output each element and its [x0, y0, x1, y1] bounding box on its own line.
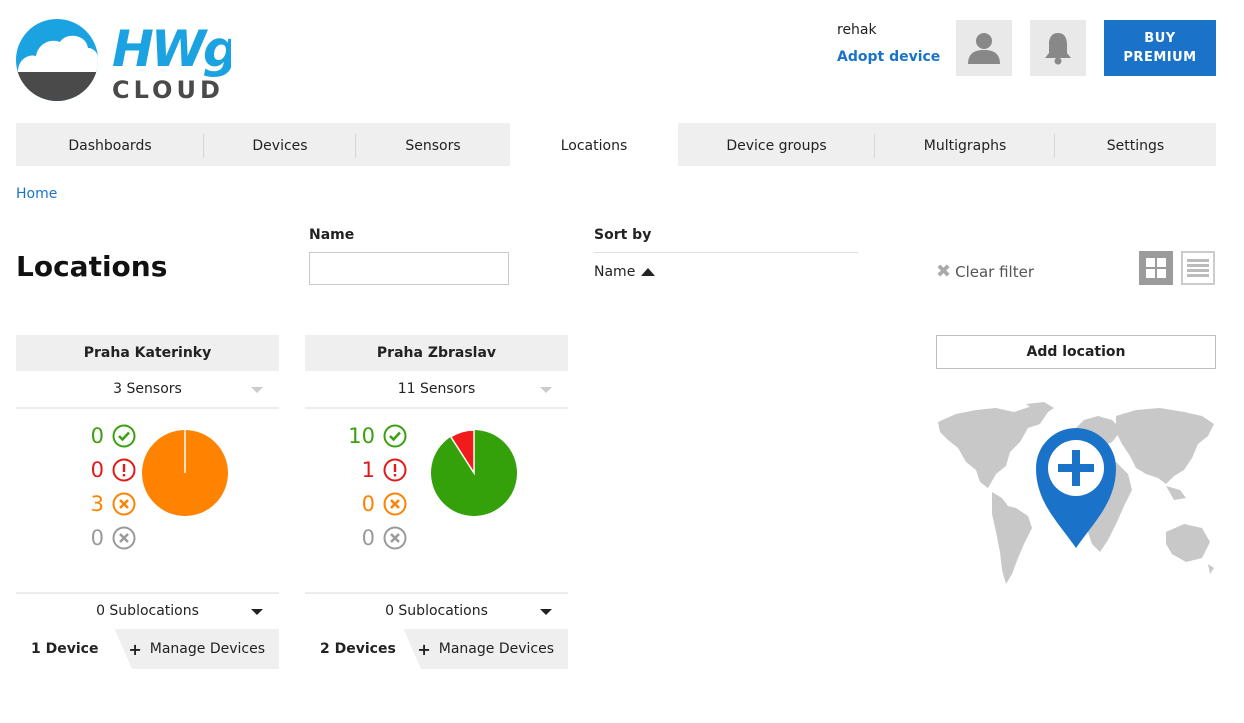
plus-icon: +: [417, 639, 431, 659]
location-card-title[interactable]: Praha Katerinky: [16, 335, 279, 371]
x-circle-orange-icon: [112, 492, 136, 516]
sort-by-value: Name: [594, 264, 636, 280]
world-map-add-location[interactable]: [936, 402, 1216, 586]
username: rehak: [837, 22, 877, 38]
tab-device-groups[interactable]: Device groups: [678, 123, 875, 166]
main-nav: Dashboards Devices Sensors Locations Dev…: [16, 123, 1216, 166]
plus-icon: +: [128, 639, 142, 659]
clear-filter-label: Clear filter: [955, 263, 1034, 281]
page-title: Locations: [16, 250, 168, 283]
sort-divider: [594, 252, 858, 253]
alarm-count: 1: [361, 458, 375, 482]
premium-line2: PREMIUM: [1123, 50, 1197, 65]
sort-ascending-icon: [641, 268, 656, 276]
alarm-count: 0: [90, 458, 104, 482]
alert-circle-icon: [383, 458, 407, 482]
sort-by-name-button[interactable]: Name: [594, 264, 656, 280]
invalid-stat: 0: [16, 521, 136, 555]
user-icon: [968, 33, 1000, 64]
devices-count-tab[interactable]: 2 Devices: [305, 629, 421, 669]
x-circle-grey-icon: [112, 526, 136, 550]
sort-by-label: Sort by: [594, 227, 652, 243]
grid-icon: [1146, 258, 1166, 278]
tab-dashboards[interactable]: Dashboards: [16, 123, 204, 166]
add-location-button[interactable]: Add location: [936, 335, 1216, 369]
location-card-title[interactable]: Praha Zbraslav: [305, 335, 568, 371]
warning-stat: 3: [16, 487, 136, 521]
name-filter-label: Name: [309, 227, 355, 243]
tab-locations[interactable]: Locations: [510, 123, 678, 166]
invalid-count: 0: [361, 526, 375, 550]
sublocations-dropdown[interactable]: 0 Sublocations: [305, 592, 568, 628]
sensors-dropdown[interactable]: 3 Sensors: [16, 371, 279, 409]
ok-count: 0: [90, 424, 104, 448]
manage-devices-label: Manage Devices: [149, 641, 265, 657]
warning-stat: 0: [287, 487, 407, 521]
chevron-down-icon: [251, 609, 263, 615]
chevron-down-icon: [251, 387, 263, 393]
manage-devices-button[interactable]: + Manage Devices: [417, 629, 554, 669]
status-pie-chart: [142, 430, 228, 516]
devices-count-tab[interactable]: 1 Device: [16, 629, 132, 669]
invalid-count: 0: [90, 526, 104, 550]
notifications-button[interactable]: [1030, 20, 1086, 76]
check-circle-icon: [112, 424, 136, 448]
alert-circle-icon: [112, 458, 136, 482]
tab-multigraphs[interactable]: Multigraphs: [875, 123, 1055, 166]
sublocations-count: 0 Sublocations: [96, 603, 199, 619]
grid-view-button[interactable]: [1139, 251, 1173, 285]
sublocations-count: 0 Sublocations: [385, 603, 488, 619]
premium-line1: BUY: [1144, 31, 1176, 46]
tab-devices[interactable]: Devices: [204, 123, 356, 166]
x-circle-grey-icon: [383, 526, 407, 550]
sensor-stats: 10 1 0 0: [287, 419, 407, 555]
manage-devices-label: Manage Devices: [438, 641, 554, 657]
logo-text-cloud: CLOUD: [112, 76, 224, 104]
warning-count: 3: [90, 492, 104, 516]
clear-filter-button[interactable]: ✖ Clear filter: [936, 261, 1034, 282]
close-icon: ✖: [936, 261, 952, 282]
location-card: Praha Katerinky 3 Sensors 0 0 3 0 0 Subl…: [16, 335, 279, 669]
card-footer: 1 Device + Manage Devices: [16, 629, 279, 669]
sublocations-dropdown[interactable]: 0 Sublocations: [16, 592, 279, 628]
sensors-dropdown[interactable]: 11 Sensors: [305, 371, 568, 409]
alarm-stat: 1: [287, 453, 407, 487]
warning-count: 0: [361, 492, 375, 516]
ok-stat: 10: [287, 419, 407, 453]
buy-premium-button[interactable]: BUY PREMIUM: [1104, 20, 1216, 76]
invalid-stat: 0: [287, 521, 407, 555]
check-circle-icon: [383, 424, 407, 448]
sensors-count: 3 Sensors: [113, 381, 182, 397]
x-circle-orange-icon: [383, 492, 407, 516]
tab-sensors[interactable]: Sensors: [356, 123, 510, 166]
chevron-down-icon: [540, 387, 552, 393]
status-pie-chart: [431, 429, 517, 516]
location-card: Praha Zbraslav 11 Sensors 10 1 0 0 0 Sub…: [305, 335, 568, 669]
sensor-stats: 0 0 3 0: [16, 419, 136, 555]
adopt-device-link[interactable]: Adopt device: [837, 49, 940, 65]
breadcrumb-home[interactable]: Home: [16, 186, 57, 202]
ok-stat: 0: [16, 419, 136, 453]
user-block: rehak Adopt device: [837, 22, 940, 65]
logo-text-hw: HWg: [112, 20, 231, 78]
list-icon: [1187, 259, 1209, 277]
name-filter-input[interactable]: [309, 252, 509, 285]
list-view-button[interactable]: [1181, 251, 1215, 285]
card-footer: 2 Devices + Manage Devices: [305, 629, 568, 669]
user-profile-button[interactable]: [956, 20, 1012, 76]
alarm-stat: 0: [16, 453, 136, 487]
ok-count: 10: [348, 424, 375, 448]
bell-icon: [1045, 33, 1071, 65]
tab-settings[interactable]: Settings: [1055, 123, 1216, 166]
sensors-count: 11 Sensors: [397, 381, 476, 397]
hwg-cloud-logo[interactable]: HWg CLOUD: [16, 18, 241, 104]
manage-devices-button[interactable]: + Manage Devices: [128, 629, 265, 669]
chevron-down-icon: [540, 609, 552, 615]
